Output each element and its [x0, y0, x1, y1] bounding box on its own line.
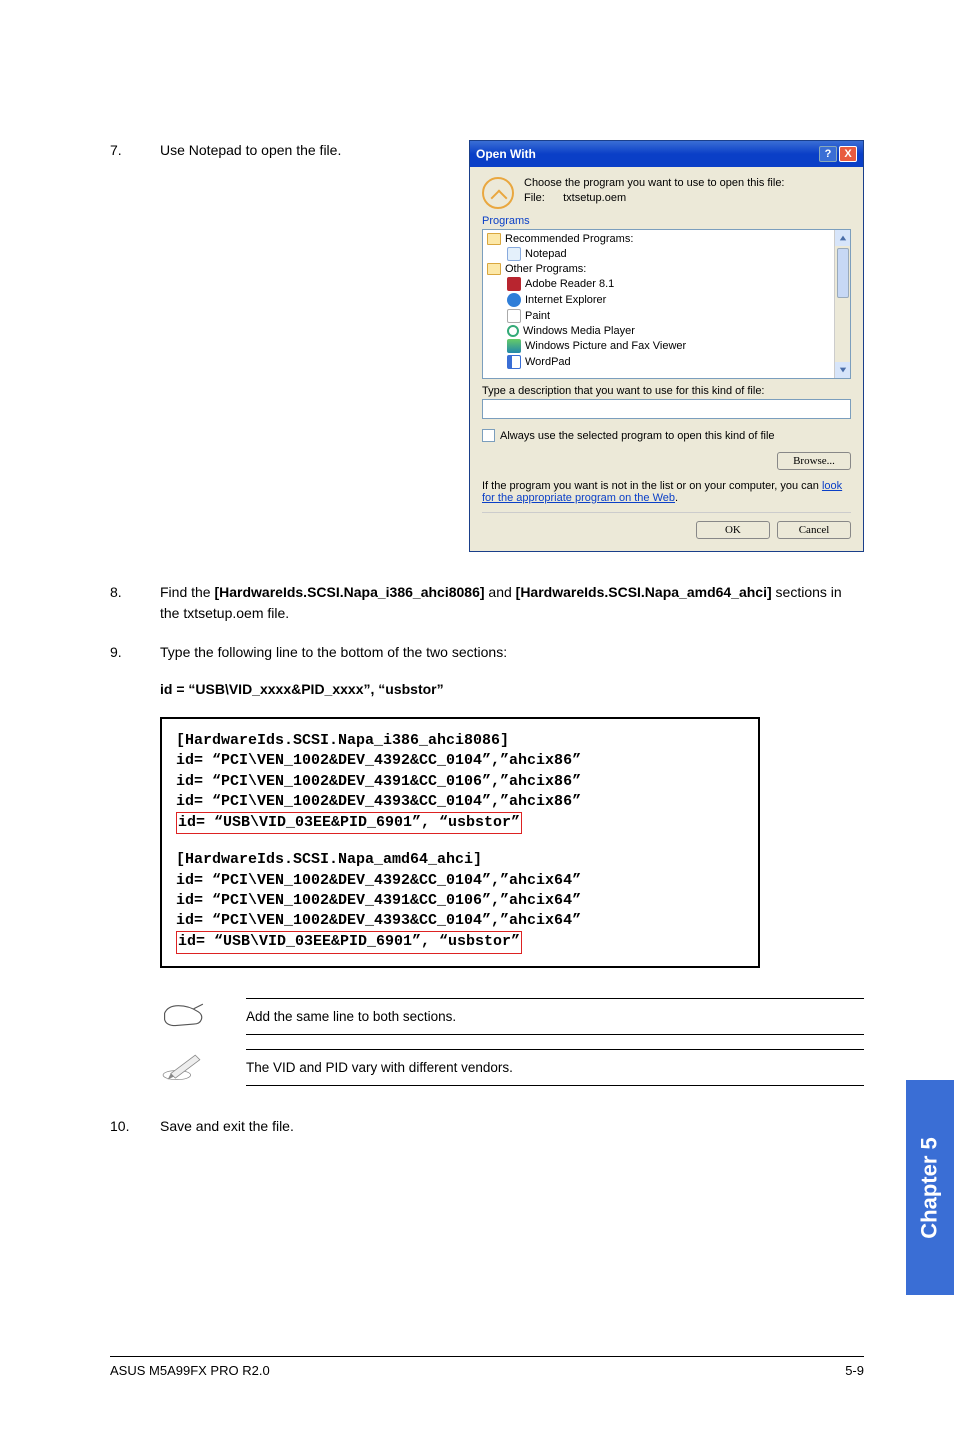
choose-program-label: Choose the program you want to use to op…	[524, 177, 785, 189]
code-line: id= “PCI\VEN_1002&DEV_4391&CC_0106”,”ahc…	[176, 772, 744, 792]
folder-icon	[487, 263, 501, 275]
internet-explorer-icon	[507, 293, 521, 307]
note-2-text: The VID and PID vary with different vend…	[246, 1049, 864, 1086]
program-item-picview[interactable]: Windows Picture and Fax Viewer	[485, 338, 848, 354]
step-8-text: Find the [HardwareIds.SCSI.Napa_i386_ahc…	[160, 582, 864, 624]
ok-button[interactable]: OK	[696, 521, 770, 539]
step-9-text: Type the following line to the bottom of…	[160, 642, 864, 663]
footer-page-number: 5-9	[845, 1363, 864, 1378]
code-line: id= “PCI\VEN_1002&DEV_4393&CC_0104”,”ahc…	[176, 792, 744, 812]
program-item-wmp[interactable]: Windows Media Player	[485, 324, 848, 338]
note-1-text: Add the same line to both sections.	[246, 998, 864, 1035]
wordpad-icon	[507, 355, 521, 369]
code-block: [HardwareIds.SCSI.Napa_i386_ahci8086] id…	[160, 717, 760, 968]
folder-icon	[487, 233, 501, 245]
id-syntax-line: id = “USB\VID_xxxx&PID_xxxx”, “usbstor”	[160, 681, 864, 697]
always-use-checkbox[interactable]	[482, 429, 495, 442]
description-input[interactable]	[482, 399, 851, 419]
divider	[482, 512, 851, 513]
note-hand-icon	[160, 998, 206, 1034]
open-file-icon	[482, 177, 514, 209]
file-name: txtsetup.oem	[563, 192, 626, 204]
program-item-notepad[interactable]: Notepad	[485, 246, 848, 262]
program-item-wordpad[interactable]: WordPad	[485, 354, 848, 370]
recommended-programs-label: Recommended Programs:	[505, 233, 633, 245]
type-description-label: Type a description that you want to use …	[482, 385, 851, 397]
step-8-num: 8.	[110, 582, 160, 624]
dialog-help-button[interactable]: ?	[819, 146, 837, 162]
code-section-header-1: [HardwareIds.SCSI.Napa_i386_ahci8086]	[176, 731, 744, 751]
highlighted-code-line: id= “USB\VID_03EE&PID_6901”, “usbstor”	[176, 931, 522, 953]
step-7-text: Use Notepad to open the file.	[160, 140, 459, 161]
note-pencil-icon	[160, 1049, 206, 1085]
code-line: id= “PCI\VEN_1002&DEV_4393&CC_0104”,”ahc…	[176, 911, 744, 931]
wmp-icon	[507, 325, 519, 337]
step-10-text: Save and exit the file.	[160, 1116, 864, 1137]
paint-icon	[507, 309, 521, 323]
programs-listbox[interactable]: Recommended Programs: Notepad Other Prog…	[482, 229, 851, 379]
programs-group-label: Programs	[482, 215, 851, 227]
open-with-dialog: Open With ? X Choose the program you wan…	[469, 140, 864, 552]
listbox-scrollbar[interactable]	[834, 230, 850, 378]
program-item-ie[interactable]: Internet Explorer	[485, 292, 848, 308]
dialog-title: Open With	[476, 147, 536, 161]
step-10-num: 10.	[110, 1116, 160, 1137]
program-item-adobe[interactable]: Adobe Reader 8.1	[485, 276, 848, 292]
dialog-close-button[interactable]: X	[839, 146, 857, 162]
picture-viewer-icon	[507, 339, 521, 353]
code-line: id= “PCI\VEN_1002&DEV_4391&CC_0106”,”ahc…	[176, 891, 744, 911]
scroll-thumb[interactable]	[837, 248, 849, 298]
file-label: File:	[524, 192, 545, 204]
notepad-icon	[507, 247, 521, 261]
code-section-header-2: [HardwareIds.SCSI.Napa_amd64_ahci]	[176, 850, 744, 870]
scroll-down-icon[interactable]	[835, 362, 851, 378]
footer-model: ASUS M5A99FX PRO R2.0	[110, 1363, 270, 1378]
scroll-up-icon[interactable]	[835, 230, 851, 246]
code-line: id= “PCI\VEN_1002&DEV_4392&CC_0104”,”ahc…	[176, 751, 744, 771]
other-programs-label: Other Programs:	[505, 263, 586, 275]
highlighted-code-line: id= “USB\VID_03EE&PID_6901”, “usbstor”	[176, 812, 522, 834]
cancel-button[interactable]: Cancel	[777, 521, 851, 539]
step-7-num: 7.	[110, 140, 160, 161]
step-9-num: 9.	[110, 642, 160, 663]
program-item-paint[interactable]: Paint	[485, 308, 848, 324]
adobe-reader-icon	[507, 277, 521, 291]
browse-button[interactable]: Browse...	[777, 452, 851, 470]
always-use-label: Always use the selected program to open …	[500, 430, 775, 442]
code-line: id= “PCI\VEN_1002&DEV_4392&CC_0104”,”ahc…	[176, 871, 744, 891]
web-lookup-text: If the program you want is not in the li…	[482, 480, 851, 504]
chapter-tab: Chapter 5	[906, 1080, 954, 1295]
